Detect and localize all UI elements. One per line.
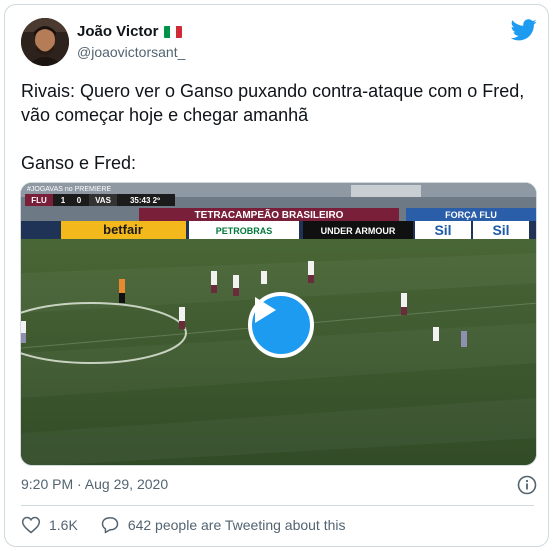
play-button[interactable]: [248, 292, 314, 358]
play-icon: [255, 297, 276, 323]
conversation-label: 642 people are Tweeting about this: [127, 517, 346, 533]
score-away-team: VAS: [95, 196, 112, 205]
display-name[interactable]: João Victor: [77, 23, 158, 40]
conversation-link[interactable]: 642 people are Tweeting about this: [100, 515, 346, 535]
avatar[interactable]: [21, 18, 69, 66]
video-player[interactable]: TETRACAMPEÃO BRASILEIRO FORÇA FLU betfai…: [20, 182, 537, 466]
banner-sil-1: Sil: [434, 222, 451, 238]
info-icon[interactable]: [517, 475, 537, 495]
heart-icon: [21, 516, 41, 534]
banner-sil-2: Sil: [492, 222, 509, 238]
score-home: 1: [61, 196, 66, 205]
banner-betfair: betfair: [103, 222, 143, 237]
tweet-card[interactable]: João Victor @joaovictorsant_ Rivais: Que…: [4, 4, 549, 547]
author-handle[interactable]: @joaovictorsant_: [77, 44, 185, 60]
tweet-text: Rivais: Quero ver o Ganso puxando contra…: [21, 81, 525, 173]
twitter-bird-icon[interactable]: [511, 19, 537, 41]
score-home-team: FLU: [31, 196, 47, 205]
match-clock: 35:43 2º: [130, 196, 160, 205]
like-count: 1.6K: [49, 517, 78, 533]
banner-petrobras: PETROBRAS: [216, 226, 273, 236]
score-away: 0: [77, 196, 82, 205]
banner-under-armour: UNDER ARMOUR: [321, 226, 396, 236]
action-bar: 1.6K 642 people are Tweeting about this: [21, 515, 346, 535]
like-button[interactable]: 1.6K: [21, 515, 78, 535]
reply-bubble-icon: [101, 517, 119, 534]
tweet-timestamp[interactable]: 9:20 PM · Aug 29, 2020: [21, 476, 168, 492]
divider: [21, 505, 534, 506]
banner-tetracampeao: TETRACAMPEÃO BRASILEIRO: [195, 208, 344, 221]
italy-flag-icon: [164, 25, 183, 38]
author-row[interactable]: João Victor: [77, 23, 183, 40]
banner-forca-flu: FORÇA FLU: [445, 210, 497, 220]
broadcaster-tag: #JOGAVAS no PREMIERE: [27, 186, 111, 193]
